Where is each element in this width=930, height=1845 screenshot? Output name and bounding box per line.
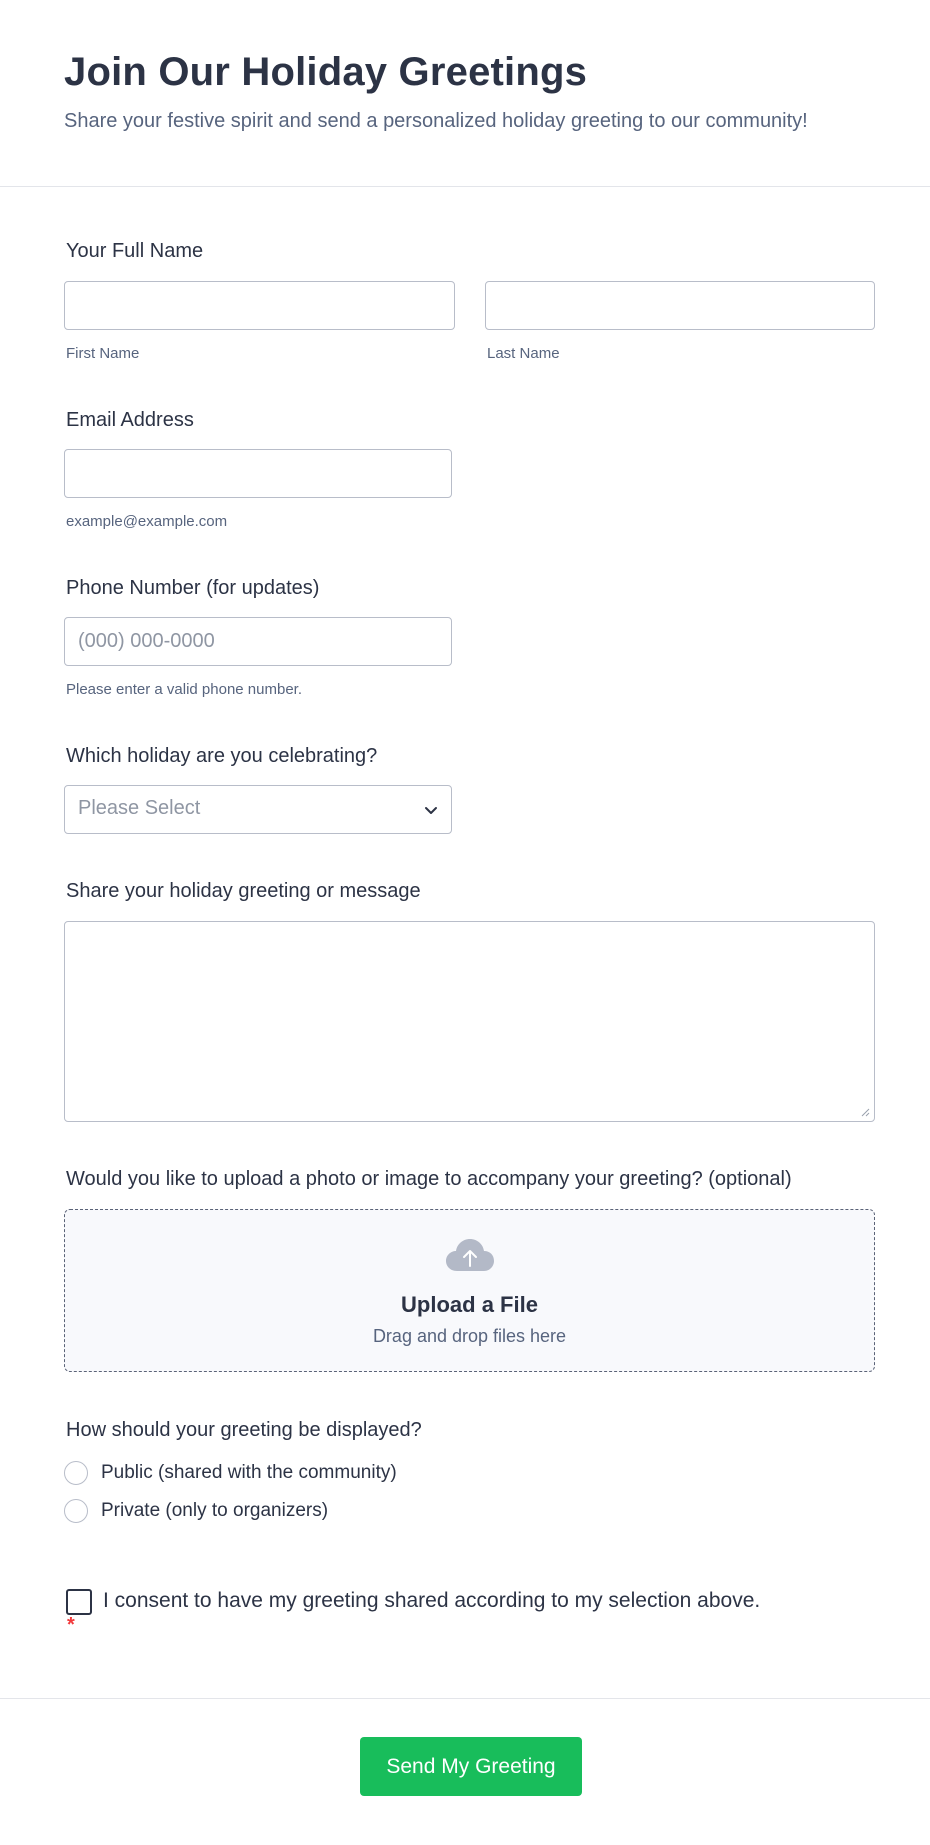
last-name-input[interactable] bbox=[485, 281, 875, 330]
phone-input[interactable] bbox=[64, 617, 452, 666]
full-name-label: Your Full Name bbox=[66, 240, 204, 262]
last-name-sublabel: Last Name bbox=[487, 345, 560, 362]
holiday-select[interactable]: Please Select bbox=[64, 785, 452, 834]
chevron-down-icon bbox=[425, 807, 437, 814]
send-greeting-button[interactable]: Send My Greeting bbox=[360, 1737, 582, 1796]
first-name-sublabel: First Name bbox=[66, 345, 140, 362]
resize-grip-icon[interactable] bbox=[860, 1107, 870, 1117]
consent-checkbox[interactable] bbox=[66, 1589, 92, 1615]
phone-label: Phone Number (for updates) bbox=[66, 577, 320, 599]
email-label: Email Address bbox=[66, 409, 194, 431]
upload-label: Would you like to upload a photo or imag… bbox=[66, 1168, 792, 1190]
consent-label[interactable]: I consent to have my greeting shared acc… bbox=[103, 1589, 760, 1613]
radio-public-label[interactable]: Public (shared with the community) bbox=[101, 1462, 397, 1484]
email-sublabel: example@example.com bbox=[66, 513, 228, 530]
radio-private[interactable] bbox=[64, 1499, 88, 1523]
radio-private-label[interactable]: Private (only to organizers) bbox=[101, 1500, 328, 1522]
phone-sublabel: Please enter a valid phone number. bbox=[66, 681, 302, 698]
upload-title: Upload a File bbox=[401, 1292, 538, 1317]
first-name-input[interactable] bbox=[64, 281, 455, 330]
upload-hint: Drag and drop files here bbox=[372, 1326, 567, 1346]
form-header: Join Our Holiday Greetings Share your fe… bbox=[0, 0, 930, 187]
page-title: Join Our Holiday Greetings bbox=[64, 50, 588, 94]
message-label: Share your holiday greeting or message bbox=[66, 880, 421, 902]
required-marker: * bbox=[67, 1614, 75, 1636]
display-label: How should your greeting be displayed? bbox=[66, 1419, 422, 1441]
page-subtitle: Share your festive spirit and send a per… bbox=[64, 110, 808, 132]
cloud-upload-icon bbox=[446, 1239, 494, 1271]
holiday-label: Which holiday are you celebrating? bbox=[66, 745, 378, 767]
file-upload-dropzone[interactable]: Upload a File Drag and drop files here bbox=[64, 1209, 875, 1372]
email-input[interactable] bbox=[64, 449, 452, 498]
radio-public[interactable] bbox=[64, 1461, 88, 1485]
holiday-select-value: Please Select bbox=[78, 797, 201, 819]
message-textarea[interactable] bbox=[64, 921, 875, 1122]
